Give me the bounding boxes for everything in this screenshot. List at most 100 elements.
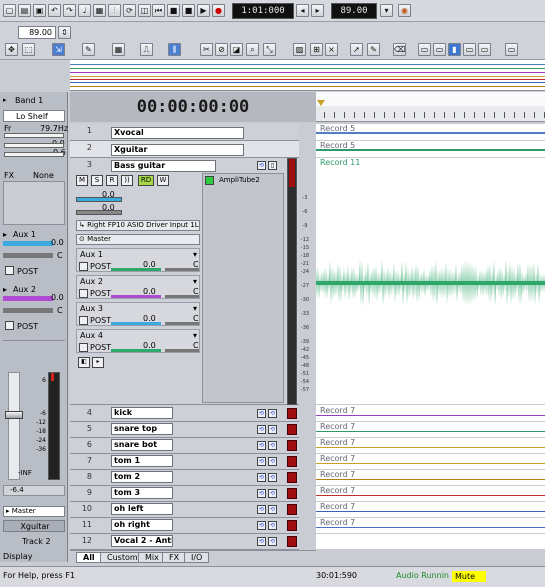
send-pan-slider[interactable] [165, 268, 199, 271]
navigator-pane[interactable] [70, 60, 545, 91]
send-pan-slider[interactable] [3, 308, 53, 313]
track-row[interactable]: 4 kick ⟲ ⟲ [70, 406, 299, 422]
loop-icon[interactable]: ⟳ [123, 4, 136, 17]
bounce-tool-icon[interactable]: ◪ [230, 43, 243, 56]
track-row[interactable]: 9 tom 3 ⟲ ⟲ [70, 486, 299, 502]
timeline-ruler[interactable] [316, 92, 545, 122]
track-name-field[interactable]: Bass guitar [111, 160, 216, 172]
track-name-field[interactable]: oh left [111, 503, 173, 515]
solo-button[interactable]: S [91, 175, 103, 186]
send-expand-icon[interactable]: ▾ [193, 250, 197, 259]
track-freeze-icon[interactable]: ⟲ [257, 521, 266, 530]
chord-icon[interactable]: ◫ [138, 4, 151, 17]
input-echo-button[interactable]: )) [121, 175, 133, 186]
play-button[interactable]: ▶ [197, 4, 210, 17]
clip-lane[interactable]: Record 7 [316, 422, 545, 438]
track-archive-icon[interactable]: ⟲ [268, 489, 277, 498]
snap-grid-icon[interactable]: ⊞ [310, 43, 323, 56]
track-archive-icon[interactable]: ⟲ [268, 425, 277, 434]
send-post-checkbox[interactable] [79, 316, 88, 325]
track-row[interactable]: 2 Xguitar ▮ ▯ ▫ [70, 141, 356, 158]
undo-button[interactable]: ↶ [48, 4, 61, 17]
clip-lane[interactable]: Record 7 [316, 502, 545, 518]
track-freeze-icon[interactable]: ⟲ [257, 489, 266, 498]
send-level-slider[interactable] [3, 241, 53, 246]
tempo-display[interactable]: 89.00 [331, 3, 377, 19]
fx-enable-checkbox[interactable] [205, 176, 214, 185]
track-archive-icon[interactable]: ⟲ [268, 473, 277, 482]
mixer-icon[interactable]: ⫶ [108, 4, 121, 17]
track-archive-icon[interactable]: ⟲ [268, 441, 277, 450]
send-post-checkbox[interactable] [5, 266, 14, 275]
send-expand-icon[interactable]: ▾ [193, 277, 197, 286]
track-archive-icon[interactable]: ⟲ [268, 409, 277, 418]
new-file-button[interactable]: ▢ [3, 4, 16, 17]
marker-tool-icon[interactable]: ⎍ [140, 43, 153, 56]
track-freeze-icon[interactable]: ⟲ [257, 441, 266, 450]
crossfade-icon[interactable]: ⨯ [325, 43, 338, 56]
read-automation-button[interactable]: RD [138, 175, 154, 186]
track-archive-icon[interactable]: ⟲ [268, 537, 277, 546]
track-freeze-icon[interactable]: ⟲ [257, 537, 266, 546]
mute-button[interactable]: M [76, 175, 88, 186]
stop-button[interactable]: ■ [167, 4, 180, 17]
cut-tool-icon[interactable]: ✂ [200, 43, 213, 56]
send-expand-icon[interactable]: ▾ [193, 304, 197, 313]
view4-icon[interactable]: ▭ [478, 43, 491, 56]
draw-tool-icon[interactable]: ✎ [82, 43, 95, 56]
clip-lane[interactable]: Record 5 [316, 124, 545, 141]
track-archive-icon[interactable]: ⟲ [268, 505, 277, 514]
redo-button[interactable]: ↷ [63, 4, 76, 17]
inspector-fader-handle[interactable] [5, 411, 23, 419]
status-mute-badge[interactable]: Mute [452, 571, 486, 582]
tab-all[interactable]: All [76, 552, 102, 563]
send-level-slider[interactable] [111, 349, 161, 352]
save-button[interactable]: ▣ [33, 4, 46, 17]
track-freeze-icon[interactable]: ⟲ [257, 425, 266, 434]
track-name-field[interactable]: tom 2 [111, 471, 173, 483]
zoom-tool-icon[interactable]: ⬚ [22, 43, 35, 56]
track-name-field[interactable]: Vocal 2 - Antho [111, 535, 173, 547]
track-row[interactable]: 6 snare bot ⟲ ⟲ [70, 438, 299, 454]
inspector-send-slot[interactable] [3, 340, 65, 365]
clip-lane[interactable]: Record 7 [316, 454, 545, 470]
snap-tool-icon[interactable]: ⇲ [52, 43, 65, 56]
record-arm-button[interactable]: R [106, 175, 118, 186]
view2-icon[interactable]: ▭ [433, 43, 446, 56]
track-freeze-icon[interactable]: ⟲ [257, 473, 266, 482]
send-post-checkbox[interactable] [79, 289, 88, 298]
bass-clip-lane[interactable]: Record 11 [316, 158, 545, 405]
track-name-field[interactable]: oh right [111, 519, 173, 531]
stop2-button[interactable]: ■ [182, 4, 195, 17]
bass-vol-slider[interactable] [76, 197, 122, 202]
display-label[interactable]: Display [3, 552, 33, 561]
track-archive-icon[interactable]: ⟲ [268, 521, 277, 530]
rewind-button[interactable]: ⏮ [152, 4, 165, 17]
track-freeze-icon[interactable]: ⟲ [257, 505, 266, 514]
tempo-down-button[interactable]: ▾ [380, 4, 393, 17]
track-name-field[interactable]: snare top [111, 423, 173, 435]
track-row[interactable]: 1 Xvocal ▮ ▯ ▫ [70, 124, 356, 141]
bass-input-select[interactable]: ↳ Right FP10 ASIO Driver Input 1L [76, 220, 200, 231]
send-pan-slider[interactable] [3, 253, 53, 258]
q-slider[interactable] [4, 152, 64, 157]
clip-lane[interactable]: Record 7 [316, 486, 545, 502]
bass-pan-slider[interactable] [76, 210, 122, 215]
track-freeze-icon[interactable]: ⟲ [257, 457, 266, 466]
clip-lane[interactable]: Record 5 [316, 141, 545, 158]
record-button[interactable]: ● [212, 4, 225, 17]
send-post-checkbox[interactable] [79, 262, 88, 271]
magnify-tool-icon[interactable]: ⌕ [246, 43, 259, 56]
erase-tool-icon[interactable]: ⌫ [393, 43, 406, 56]
send-level-slider[interactable] [111, 268, 161, 271]
time-prev-button[interactable]: ◂ [296, 4, 309, 17]
send-post-checkbox[interactable] [5, 321, 14, 330]
track-row[interactable]: 11 oh right ⟲ ⟲ [70, 518, 299, 534]
track-row[interactable]: 8 tom 2 ⟲ ⟲ [70, 470, 299, 486]
select-tool-icon[interactable]: ✥ [5, 43, 18, 56]
track-name-field[interactable]: Xguitar [111, 144, 244, 156]
send-expand-icon[interactable]: ▾ [193, 331, 197, 340]
pointer-tool-icon[interactable]: ➚ [350, 43, 363, 56]
send-level-slider[interactable] [111, 295, 161, 298]
track-freeze-icon[interactable]: ⟲ [257, 161, 266, 170]
